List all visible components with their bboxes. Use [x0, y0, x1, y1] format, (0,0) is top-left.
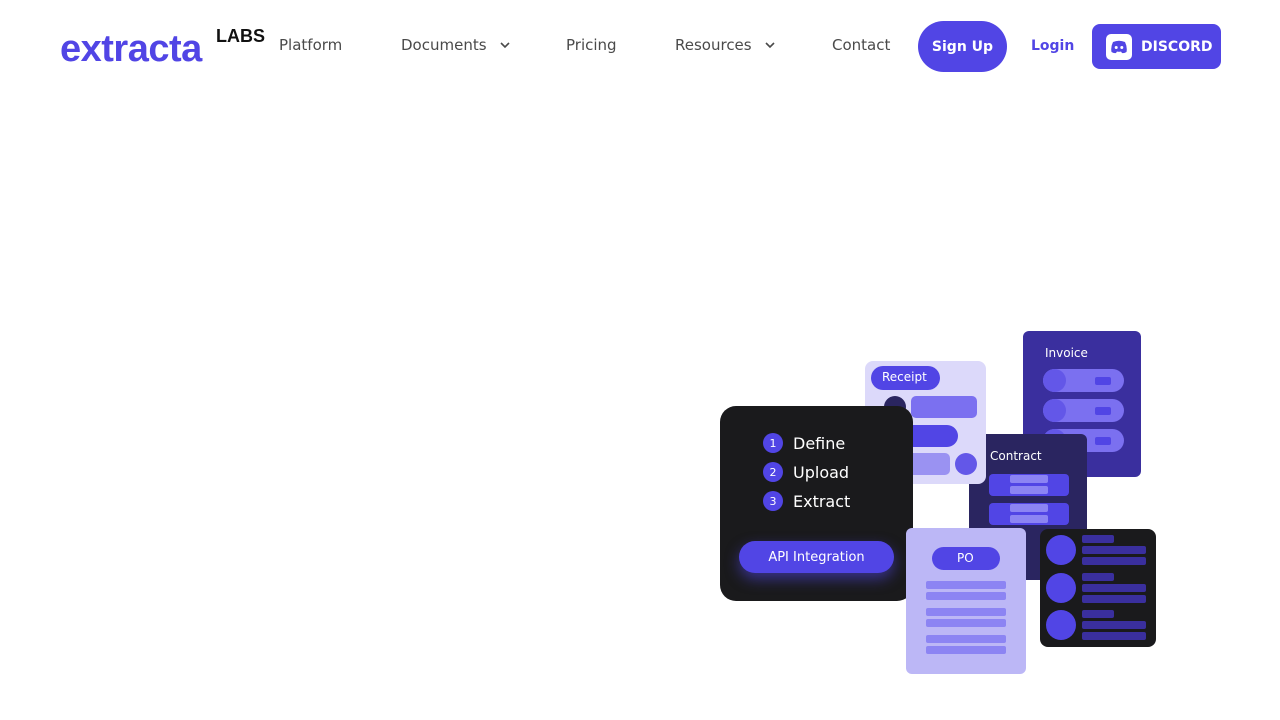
contract-field	[989, 474, 1069, 496]
invoice-toggle	[1043, 429, 1124, 452]
contract-field	[989, 503, 1069, 525]
step-label: Define	[793, 433, 846, 453]
nav-documents-label: Documents	[401, 36, 487, 54]
hero-illustration: Invoice Contract Receipt 1 Define 2 Uplo…	[0, 0, 1280, 720]
step-label: Upload	[793, 462, 850, 482]
list-card	[1040, 529, 1156, 647]
receipt-card: Receipt	[865, 361, 986, 484]
discord-icon	[1106, 33, 1132, 60]
discord-button[interactable]: DISCORD	[1092, 24, 1221, 69]
nav-pricing[interactable]: Pricing	[566, 36, 617, 54]
workflow-steps-card: 1 Define 2 Upload 3 Extract API Integrat…	[720, 406, 913, 601]
nav-documents[interactable]: Documents	[401, 36, 511, 54]
receipt-label: Receipt	[882, 370, 927, 384]
receipt-tag	[871, 366, 940, 390]
login-link[interactable]: Login	[1031, 38, 1074, 54]
signup-button[interactable]: Sign Up	[918, 21, 1007, 72]
nav-contact[interactable]: Contact	[832, 36, 890, 54]
step-define: 1 Define	[763, 433, 845, 453]
nav-resources-label: Resources	[675, 36, 752, 54]
contract-label: Contract	[990, 449, 1042, 463]
site-header: extracta LABS Platform Documents Pricing…	[0, 0, 1280, 92]
po-label: PO	[957, 551, 974, 565]
step-extract: 3 Extract	[763, 491, 850, 511]
chevron-down-icon	[499, 42, 510, 49]
brand-name: extracta	[60, 28, 202, 70]
nav-platform-label: Platform	[279, 36, 343, 54]
chevron-down-icon	[765, 42, 775, 49]
step-number: 1	[763, 433, 783, 453]
api-integration-button: API Integration	[739, 541, 894, 573]
nav-contact-label: Contact	[832, 36, 891, 54]
discord-label: DISCORD	[1141, 38, 1213, 55]
step-label: Extract	[793, 491, 851, 511]
step-upload: 2 Upload	[763, 462, 849, 482]
step-number: 3	[763, 491, 783, 511]
nav-resources[interactable]: Resources	[675, 36, 776, 54]
po-tag	[932, 547, 1000, 570]
step-number: 2	[763, 462, 783, 482]
invoice-toggle	[1043, 369, 1124, 392]
invoice-label: Invoice	[1045, 346, 1088, 360]
invoice-toggle	[1043, 399, 1124, 422]
invoice-card: Invoice	[1023, 331, 1141, 477]
brand-suffix: LABS	[216, 26, 265, 46]
contract-card: Contract	[969, 434, 1087, 580]
nav-platform[interactable]: Platform	[279, 36, 342, 54]
po-card: PO	[906, 528, 1026, 674]
nav-pricing-label: Pricing	[566, 36, 617, 54]
